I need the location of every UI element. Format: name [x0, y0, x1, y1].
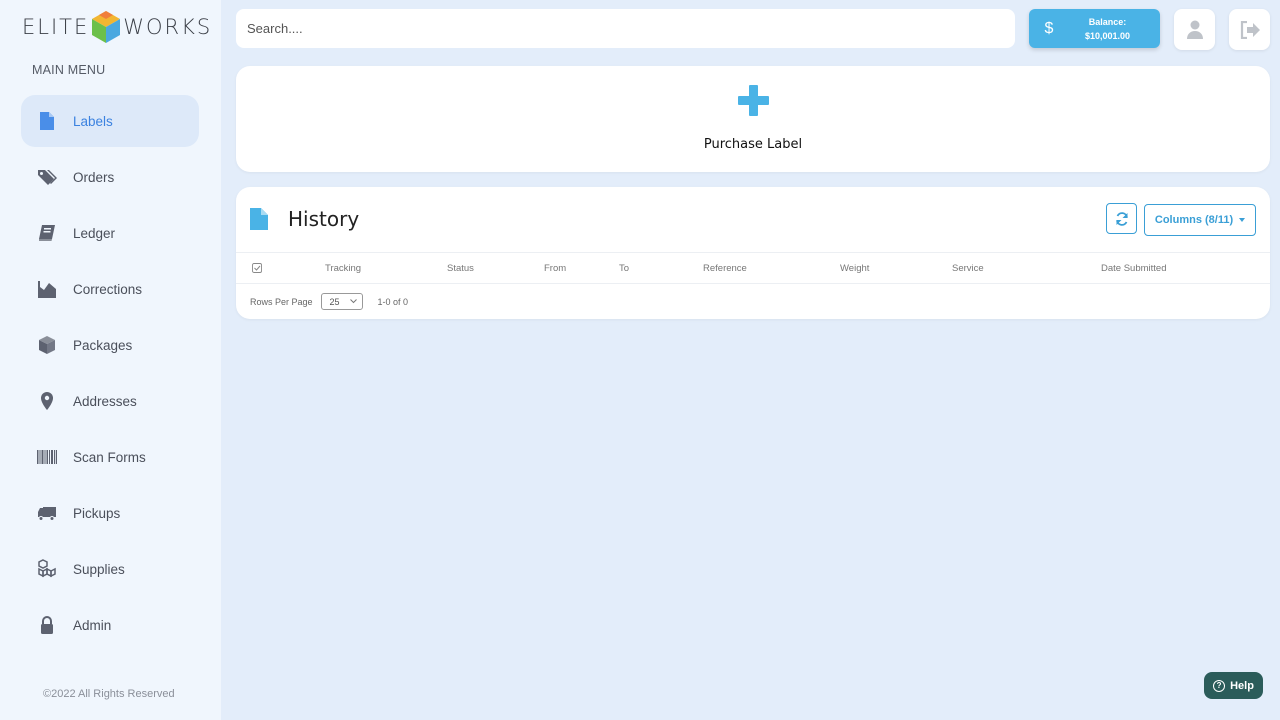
- rows-per-page-select[interactable]: 25: [320, 293, 363, 310]
- purchase-label-text: Purchase Label: [703, 137, 803, 152]
- lock-icon: [37, 615, 57, 635]
- logo-text-left: ELITE: [22, 15, 90, 39]
- sidebar-item-label: Scan Forms: [73, 449, 146, 465]
- sidebar-item-label: Corrections: [73, 281, 143, 297]
- file-icon: [37, 111, 57, 131]
- history-title: History: [288, 207, 360, 231]
- sidebar: ELITE WORKS MAIN MENU Labels Orders Ledg…: [0, 0, 221, 720]
- sidebar-item-ledger[interactable]: Ledger: [21, 207, 199, 259]
- refresh-icon: [1115, 211, 1128, 226]
- sidebar-item-labels[interactable]: Labels: [21, 95, 199, 147]
- logo-text-right: WORKS: [123, 15, 213, 39]
- logo-cube-icon: [92, 11, 121, 43]
- user-profile-button[interactable]: [1174, 9, 1215, 50]
- column-header-service[interactable]: Service: [952, 263, 984, 274]
- rows-per-page-label: Rows Per Page: [250, 296, 313, 307]
- search-input[interactable]: [236, 9, 1015, 48]
- balance-value: $10,001.00: [1084, 30, 1131, 41]
- column-header-weight[interactable]: Weight: [840, 263, 869, 274]
- caret-down-icon: [1239, 218, 1246, 222]
- sidebar-item-orders[interactable]: Orders: [21, 151, 199, 203]
- sidebar-item-label: Labels: [73, 113, 113, 129]
- history-file-icon: [250, 208, 268, 230]
- balance-button[interactable]: $ Balance: $10,001.00: [1029, 9, 1160, 48]
- column-header-tracking[interactable]: Tracking: [325, 263, 361, 274]
- area-chart-icon: [37, 279, 57, 299]
- sidebar-item-addresses[interactable]: Addresses: [21, 375, 199, 427]
- sidebar-item-supplies[interactable]: Supplies: [21, 543, 199, 595]
- pagination-range: 1-0 of 0: [377, 296, 409, 307]
- sidebar-item-pickups[interactable]: Pickups: [21, 487, 199, 539]
- sidebar-item-label: Pickups: [73, 505, 121, 521]
- cubes-icon: [37, 559, 57, 579]
- history-panel: History Columns (8/11) Tracking Status F…: [236, 187, 1270, 319]
- sign-out-icon: [1240, 20, 1260, 39]
- pagination: Rows Per Page 25 1-0 of 0: [250, 293, 408, 310]
- column-header-reference[interactable]: Reference: [703, 263, 747, 274]
- sidebar-item-scan-forms[interactable]: Scan Forms: [21, 431, 199, 483]
- purchase-label-card[interactable]: Purchase Label: [236, 66, 1270, 172]
- sidebar-item-packages[interactable]: Packages: [21, 319, 199, 371]
- rows-per-page-value: 25: [329, 296, 340, 307]
- cube-icon: [37, 335, 57, 355]
- chevron-down-icon: [349, 299, 357, 304]
- main-menu: Labels Orders Ledger Corrections Package…: [21, 95, 199, 655]
- help-button[interactable]: ? Help: [1204, 672, 1263, 699]
- user-icon: [1186, 20, 1203, 39]
- dollar-icon: $: [1044, 19, 1054, 37]
- sidebar-item-admin[interactable]: Admin: [21, 599, 199, 651]
- map-marker-icon: [37, 391, 57, 411]
- logout-button[interactable]: [1229, 9, 1270, 50]
- question-circle-icon: ?: [1213, 679, 1226, 692]
- barcode-icon: [37, 447, 57, 467]
- truck-icon: [37, 503, 57, 523]
- refresh-button[interactable]: [1106, 203, 1137, 234]
- logo[interactable]: ELITE WORKS: [22, 10, 212, 44]
- copyright: ©2022 All Rights Reserved: [43, 688, 175, 700]
- select-all-checkbox[interactable]: [252, 263, 262, 273]
- column-header-to[interactable]: To: [619, 263, 629, 274]
- main-menu-title: MAIN MENU: [32, 63, 106, 77]
- sidebar-item-label: Packages: [73, 337, 133, 353]
- sidebar-item-label: Admin: [73, 617, 112, 633]
- plus-icon: [737, 85, 769, 116]
- sidebar-item-label: Orders: [73, 169, 115, 185]
- column-header-from[interactable]: From: [544, 263, 566, 274]
- book-icon: [37, 223, 57, 243]
- tags-icon: [37, 167, 57, 187]
- column-header-date-submitted[interactable]: Date Submitted: [1101, 263, 1166, 274]
- column-header-status[interactable]: Status: [447, 263, 474, 274]
- sidebar-item-label: Supplies: [73, 561, 125, 577]
- columns-button-label: Columns (8/11): [1154, 214, 1234, 226]
- balance-text: Balance: $10,001.00: [1069, 15, 1160, 43]
- help-label: Help: [1230, 679, 1254, 692]
- table-header: Tracking Status From To Reference Weight…: [236, 252, 1270, 284]
- columns-dropdown-button[interactable]: Columns (8/11): [1144, 204, 1256, 236]
- balance-label: Balance:: [1088, 16, 1127, 27]
- sidebar-item-label: Addresses: [73, 393, 137, 409]
- sidebar-item-label: Ledger: [73, 225, 116, 241]
- sidebar-item-corrections[interactable]: Corrections: [21, 263, 199, 315]
